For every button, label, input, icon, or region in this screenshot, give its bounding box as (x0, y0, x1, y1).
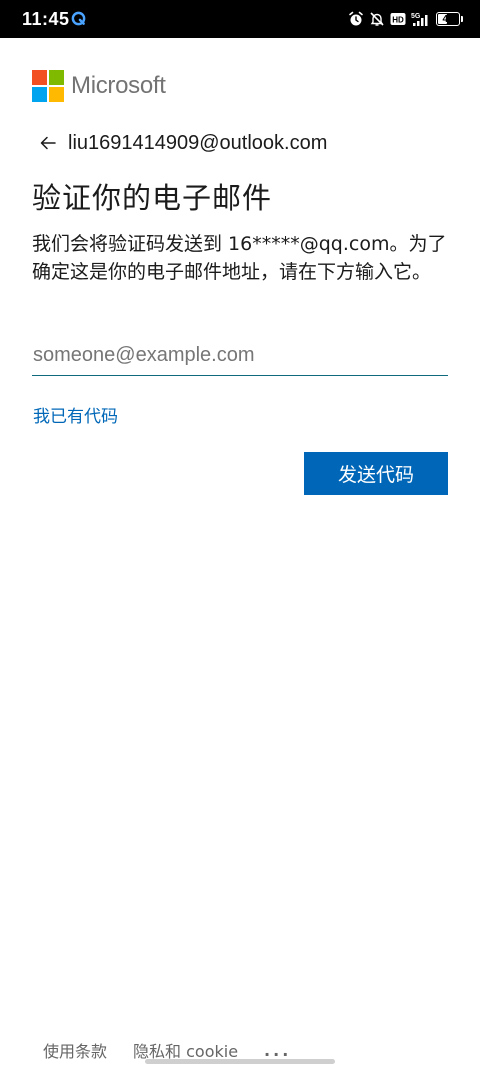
have-code-link[interactable]: 我已有代码 (33, 402, 118, 427)
battery-icon: 40 (436, 12, 463, 26)
microsoft-logo-icon (32, 70, 64, 102)
terms-of-use-link[interactable]: 使用条款 (43, 1038, 107, 1062)
hd-icon: HD (390, 13, 406, 25)
microsoft-wordmark: Microsoft (71, 72, 166, 99)
alarm-icon (349, 11, 363, 26)
signal-5g-icon: 5G (411, 13, 428, 26)
identity-email: liu1691414909@outlook.com (68, 131, 328, 154)
email-input[interactable] (32, 336, 448, 376)
status-icons: HD 5G 40 (348, 9, 463, 29)
microsoft-logo: Microsoft (32, 70, 166, 102)
battery-level: 40 (442, 13, 454, 25)
mute-bell-icon (370, 12, 384, 26)
status-time: 11:45 (22, 9, 70, 29)
app-notification-icon (71, 11, 86, 26)
svg-text:HD: HD (392, 16, 404, 25)
back-arrow-icon[interactable] (38, 133, 58, 153)
page-title: 验证你的电子邮件 (32, 181, 273, 215)
svg-text:5G: 5G (411, 13, 421, 20)
page-description: 我们会将验证码发送到 16*****@qq.com。为了确定这是你的电子邮件地址… (32, 233, 447, 283)
identity-banner: liu1691414909@outlook.com (38, 130, 327, 156)
status-bar: 11:45 HD 5G 40 (0, 0, 480, 38)
home-indicator[interactable] (145, 1059, 335, 1064)
send-code-button[interactable]: 发送代码 (304, 452, 448, 495)
more-options-button[interactable]: ... (264, 1041, 291, 1060)
